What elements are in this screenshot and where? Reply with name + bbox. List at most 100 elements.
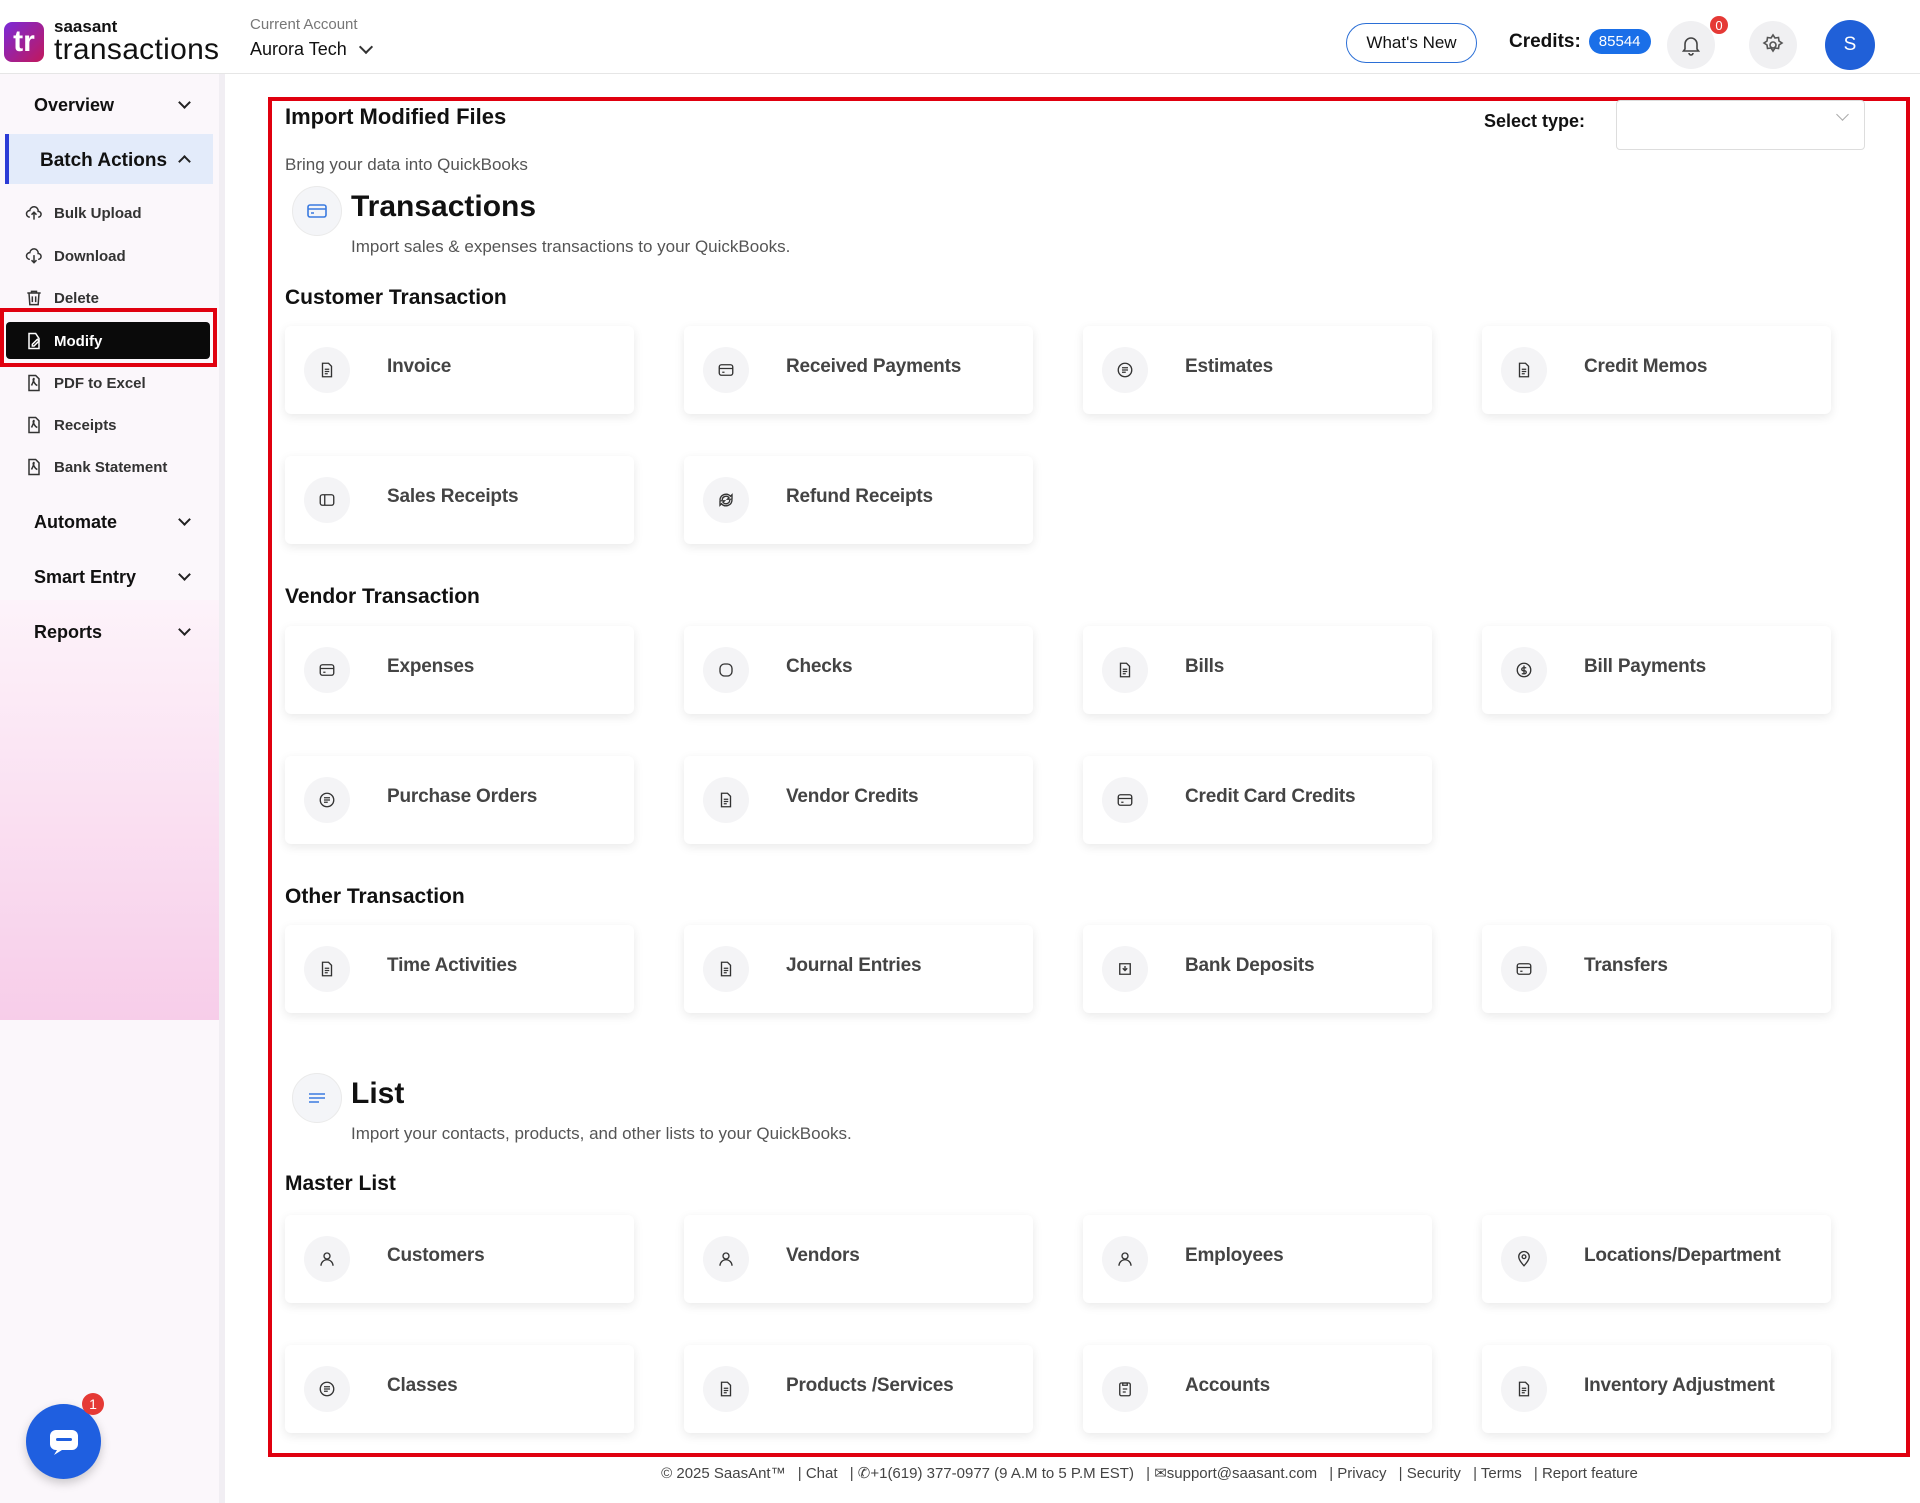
footer-terms-link[interactable]: | Terms [1473,1465,1522,1482]
card-icon [703,347,749,393]
account-switcher[interactable]: Current Account Aurora Tech [250,16,373,60]
sidebar-item-automate[interactable]: Automate [34,512,117,533]
card-credit-card-credits[interactable]: Credit Card Credits [1083,756,1432,844]
card-label: Bill Payments [1584,656,1707,677]
lines-icon [1117,362,1133,378]
list-icon [309,1093,325,1103]
doc-icon [321,961,333,977]
user-icon [703,1236,749,1282]
pdf-file-icon [28,374,40,392]
doc-icon [720,792,732,808]
card-accounts[interactable]: Accounts [1083,1345,1432,1433]
card-label: Employees [1185,1245,1284,1266]
select-type-dropdown[interactable] [1616,100,1865,150]
sidebar-divider [219,74,225,1503]
whats-new-button[interactable]: What's New [1346,23,1477,63]
card-purchase-orders[interactable]: Purchase Orders [285,756,634,844]
list-section-icon [292,1073,342,1123]
refresh-icon [719,493,733,507]
trash-icon [27,290,41,306]
user-icon [1118,1252,1132,1266]
footer-security-link[interactable]: | Security [1399,1465,1461,1482]
card-vendors[interactable]: Vendors [684,1215,1033,1303]
other-transaction-title: Other Transaction [285,885,465,908]
refresh-icon [703,477,749,523]
card-inventory-adjustment[interactable]: Inventory Adjustment [1482,1345,1831,1433]
sidebar-item-receipts[interactable]: Receipts [24,411,117,439]
card-bank-deposits[interactable]: Bank Deposits [1083,925,1432,1013]
sidebar-item-pdf-to-excel[interactable]: PDF to Excel [24,369,146,397]
list-title: List [351,1077,405,1110]
check-icon [703,647,749,693]
footer-email-link[interactable]: | ✉support@saasant.com [1146,1465,1317,1482]
clipboard-icon [1102,1366,1148,1412]
card-label: Purchase Orders [387,786,538,807]
card-time-activities[interactable]: Time Activities [285,925,634,1013]
card-label: Customers [387,1245,485,1266]
avatar[interactable]: S [1825,20,1875,70]
card-label: Classes [387,1375,458,1396]
card-estimates[interactable]: Estimates [1083,326,1432,414]
credits: Credits: 85544 [1509,29,1651,54]
card-journal-entries[interactable]: Journal Entries [684,925,1033,1013]
settings-button[interactable] [1749,21,1797,69]
card-employees[interactable]: Employees [1083,1215,1432,1303]
doc-icon [1518,1381,1530,1397]
card-label: Bills [1185,656,1225,677]
card-refund-receipts[interactable]: Refund Receipts [684,456,1033,544]
card-credit-memos[interactable]: Credit Memos [1482,326,1831,414]
card-classes[interactable]: Classes [285,1345,634,1433]
doc-icon [703,777,749,823]
chat-badge: 1 [82,1393,104,1415]
card-vendor-credits[interactable]: Vendor Credits [684,756,1033,844]
footer-report-link[interactable]: | Report feature [1534,1465,1638,1482]
page-title: Import Modified Files [285,104,507,129]
card-sales-receipts[interactable]: Sales Receipts [285,456,634,544]
sidebar-item-download[interactable]: Download [24,242,126,270]
card-transfers[interactable]: Transfers [1482,925,1831,1013]
sidebar-item-bank-statement[interactable]: Bank Statement [24,453,167,481]
footer: © 2025 SaasAnt™ | Chat | ✆+1(619) 377-09… [0,1464,1920,1482]
footer-chat-link[interactable]: | Chat [798,1465,838,1482]
gear-icon [1762,33,1784,53]
sidebar-item-smart-entry[interactable]: Smart Entry [34,567,136,588]
master-list-title: Master List [285,1172,396,1195]
user-icon [719,1252,733,1266]
card-label: Expenses [387,656,475,677]
doc-icon [304,347,350,393]
notifications-button[interactable] [1667,21,1715,69]
sidebar-item-batch-actions[interactable]: Batch Actions [40,150,167,172]
transactions-desc: Import sales & expenses transactions to … [351,237,791,256]
footer-privacy-link[interactable]: | Privacy [1329,1465,1386,1482]
card-bills[interactable]: Bills [1083,626,1432,714]
card-expenses[interactable]: Expenses [285,626,634,714]
bell-icon [1681,37,1701,56]
card-bill-payments[interactable]: Bill Payments [1482,626,1831,714]
select-type-label: Select type: [1484,111,1586,131]
card-checks[interactable]: Checks [684,626,1033,714]
card-invoice[interactable]: Invoice [285,326,634,414]
card-locations-department[interactable]: Locations/Department [1482,1215,1831,1303]
vendor-transaction-title: Vendor Transaction [285,585,480,608]
sidebar-item-bulk-upload[interactable]: Bulk Upload [24,199,142,227]
card-products-services[interactable]: Products /Services [684,1345,1033,1433]
logo[interactable]: tr saasant transactions [4,18,219,65]
sidebar-item-reports[interactable]: Reports [34,622,102,643]
account-name: Aurora Tech [250,39,347,59]
card-received-payments[interactable]: Received Payments [684,326,1033,414]
card-icon [718,364,734,376]
user-icon [1102,1236,1148,1282]
card-label: Credit Memos [1584,356,1708,377]
credits-badge: 85544 [1588,29,1651,54]
card-label: Vendor Credits [786,786,919,807]
pin-icon [1501,1236,1547,1282]
pin-icon [1518,1250,1530,1267]
card-label: Products /Services [786,1375,954,1396]
card-icon [304,647,350,693]
footer-copyright: © 2025 SaasAnt™ [661,1465,786,1482]
card-customers[interactable]: Customers [285,1215,634,1303]
lines-icon [304,1366,350,1412]
doc-icon [703,1366,749,1412]
sidebar-item-overview[interactable]: Overview [34,95,114,116]
card-icon [1516,963,1532,975]
